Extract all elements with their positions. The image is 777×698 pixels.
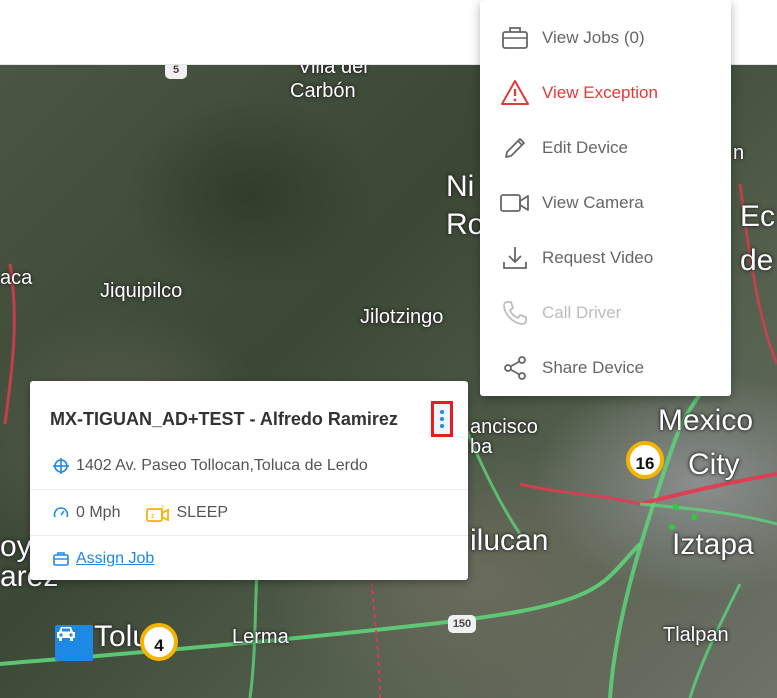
warning-icon xyxy=(500,78,530,108)
assign-job-link[interactable]: Assign Job xyxy=(76,550,154,568)
device-title: MX-TIGUAN_AD+TEST - Alfredo Ramirez xyxy=(50,409,398,429)
map-label: Mexico xyxy=(658,404,754,437)
map-label: aca xyxy=(0,267,33,289)
speedometer-icon xyxy=(52,504,70,522)
more-options-button[interactable] xyxy=(431,401,453,437)
map-label: Ni xyxy=(446,170,475,203)
menu-item-label: Edit Device xyxy=(542,137,628,157)
map-label: Tlalpan xyxy=(663,624,729,646)
device-address: 1402 Av. Paseo Tollocan,Toluca de Lerdo xyxy=(76,457,368,474)
menu-item-request-video[interactable]: Request Video xyxy=(480,230,731,285)
camera-sleep-icon: z z xyxy=(146,504,170,522)
menu-item-label: Call Driver xyxy=(542,302,622,322)
kebab-dot-icon xyxy=(440,424,444,428)
map-label: Lerma xyxy=(232,626,289,648)
speed-status: 0 Mph xyxy=(52,504,120,522)
map-label: Jiquipilco xyxy=(100,280,183,302)
vehicle-cluster-marker[interactable]: 4 xyxy=(140,623,178,661)
video-camera-icon xyxy=(500,188,530,218)
share-icon xyxy=(500,353,530,383)
map-label: City xyxy=(688,448,740,481)
device-options-menu: View Jobs (0) View Exception Edit Device xyxy=(480,0,731,396)
menu-item-share-device[interactable]: Share Device xyxy=(480,340,731,395)
speed-value: 0 Mph xyxy=(76,503,121,521)
pencil-icon xyxy=(500,133,530,163)
kebab-dot-icon xyxy=(440,417,444,421)
map-label: de xyxy=(740,244,774,277)
kebab-dot-icon xyxy=(440,410,444,414)
svg-text:z: z xyxy=(161,504,164,511)
vehicle-marker[interactable] xyxy=(55,625,93,661)
road-shield: 150 xyxy=(448,615,476,633)
map-label: Iztapa xyxy=(672,528,754,561)
map-label: Jilotzingo xyxy=(360,306,444,328)
assign-job-row: Assign Job xyxy=(30,535,468,581)
device-info-card: MX-TIGUAN_AD+TEST - Alfredo Ramirez 1402… xyxy=(30,381,468,580)
menu-item-label: Request Video xyxy=(542,247,654,267)
menu-item-call-driver: Call Driver xyxy=(480,285,731,340)
camera-status: z z SLEEP xyxy=(146,504,228,522)
menu-item-label: Share Device xyxy=(542,357,645,377)
map-label: oy xyxy=(0,530,32,563)
map-label: n xyxy=(733,142,745,164)
menu-item-label: View Exception xyxy=(542,82,658,102)
download-icon xyxy=(500,243,530,273)
map-label: Carbón xyxy=(290,80,356,102)
status-row: 0 Mph z z SLEEP xyxy=(30,489,468,535)
menu-item-label: View Jobs (0) xyxy=(542,27,645,47)
map-label: Ec xyxy=(740,200,776,233)
map-label: ilucan xyxy=(470,524,549,557)
menu-item-view-exception[interactable]: View Exception xyxy=(480,65,731,120)
menu-item-label: View Camera xyxy=(542,192,644,212)
map-label: Ro xyxy=(446,208,485,241)
briefcase-icon xyxy=(52,550,70,568)
vehicle-cluster-marker[interactable]: 16 xyxy=(626,441,664,479)
menu-item-view-camera[interactable]: View Camera xyxy=(480,175,731,230)
phone-icon xyxy=(500,298,530,328)
crosshair-icon xyxy=(52,457,70,475)
menu-item-view-jobs[interactable]: View Jobs (0) xyxy=(480,10,731,65)
map-label: Villa del xyxy=(298,64,368,78)
map-label: ba xyxy=(470,436,493,458)
svg-text:z: z xyxy=(151,512,155,520)
menu-item-edit-device[interactable]: Edit Device xyxy=(480,120,731,175)
address-row: 1402 Av. Paseo Tollocan,Toluca de Lerdo xyxy=(30,443,468,489)
briefcase-icon xyxy=(500,23,530,53)
camera-status-value: SLEEP xyxy=(176,503,229,521)
road-shield: 5 xyxy=(165,64,187,79)
